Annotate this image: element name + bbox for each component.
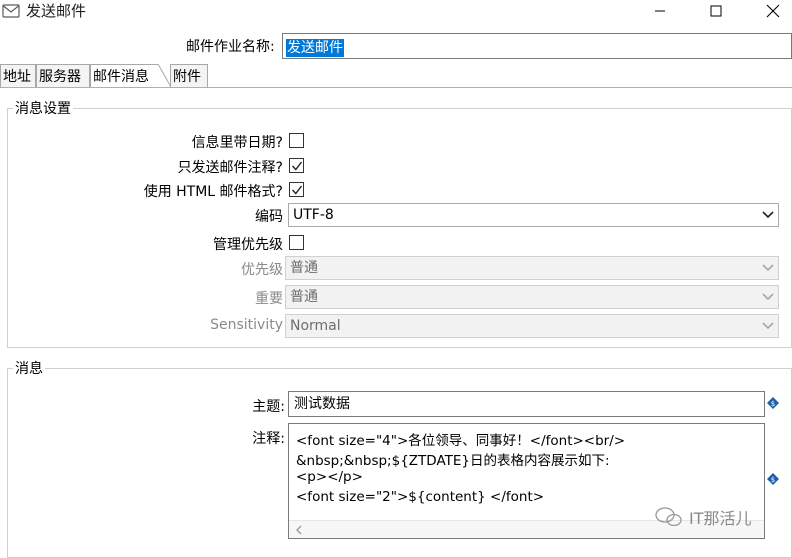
tab-mail-message[interactable]: 邮件消息 (90, 64, 158, 88)
comment-line: <font size="4">各位领导、同事好！</font><br/> (296, 433, 626, 449)
chevron-down-icon (762, 322, 774, 330)
tab-label: 邮件消息 (93, 69, 149, 85)
message-settings-group (7, 108, 792, 348)
watermark-text: IT那活儿 (689, 509, 752, 528)
priority-select[interactable]: 普通 (285, 256, 779, 280)
sensitivity-label: Sensitivity (210, 317, 283, 333)
priority-value: 普通 (290, 260, 318, 276)
comment-line: <p></p> (296, 469, 363, 485)
tab-server[interactable]: 服务器 (36, 64, 90, 88)
maximize-button[interactable] (693, 0, 739, 22)
watermark: IT那活儿 (655, 505, 752, 529)
tab-label: 服务器 (39, 69, 81, 85)
subject-input[interactable]: 测试数据 (288, 391, 765, 417)
comment-line: &nbsp;&nbsp;${ZTDATE}日的表格内容展示如下: (296, 453, 610, 469)
tab-attachment[interactable]: 附件 (170, 64, 208, 88)
chevron-down-icon (762, 211, 774, 219)
tab-address[interactable]: 地址 (0, 64, 36, 88)
message-title: 消息 (13, 358, 45, 378)
job-name-label: 邮件作业名称: (186, 39, 275, 55)
chevron-down-icon (762, 293, 774, 301)
use-html-label: 使用 HTML 邮件格式? (143, 184, 283, 200)
checkmark-icon (291, 185, 303, 195)
date-in-message-label: 信息里带日期? (191, 135, 283, 151)
encoding-label: 编码 (255, 209, 283, 225)
use-html-checkbox[interactable] (289, 182, 304, 197)
comment-line: <font size="2">${content} </font> (296, 489, 545, 505)
manage-priority-checkbox[interactable] (289, 235, 304, 250)
minimize-button[interactable] (637, 0, 683, 22)
manage-priority-label: 管理优先级 (213, 237, 283, 253)
only-comment-checkbox[interactable] (289, 158, 304, 173)
encoding-select[interactable]: UTF-8 (288, 203, 779, 227)
only-comment-label: 只发送邮件注释? (177, 160, 283, 176)
tab-divider (0, 87, 792, 88)
comment-label: 注释: (252, 431, 285, 447)
message-settings-title: 消息设置 (13, 98, 73, 118)
tab-label: 地址 (3, 69, 31, 85)
window-title: 发送邮件 (26, 2, 87, 20)
job-name-input[interactable]: 发送邮件 (282, 33, 792, 59)
date-in-message-checkbox[interactable] (289, 133, 304, 148)
title-bar: 发送邮件 (0, 0, 792, 26)
variable-icon[interactable]: $ (767, 397, 779, 409)
importance-select[interactable]: 普通 (285, 285, 779, 309)
tab-label: 附件 (173, 69, 201, 85)
variable-icon[interactable]: $ (767, 473, 779, 485)
checkmark-icon (291, 161, 303, 171)
maximize-icon (710, 5, 722, 17)
minimize-icon (655, 10, 665, 12)
tab-bar: 地址 服务器 邮件消息 附件 (0, 64, 792, 88)
job-name-value: 发送邮件 (286, 39, 344, 57)
scroll-left-icon[interactable] (295, 525, 303, 535)
subject-label: 主题: (252, 399, 285, 415)
sensitivity-select[interactable]: Normal (285, 314, 779, 338)
subject-value: 测试数据 (294, 396, 350, 412)
close-icon (766, 4, 780, 18)
close-button[interactable] (750, 0, 792, 22)
sensitivity-value: Normal (290, 318, 341, 334)
importance-label: 重要 (255, 291, 283, 307)
wechat-icon (655, 507, 682, 527)
mail-app-icon (2, 4, 20, 18)
encoding-value: UTF-8 (293, 207, 334, 223)
svg-text:$: $ (771, 400, 775, 408)
importance-value: 普通 (290, 289, 318, 305)
svg-text:$: $ (771, 476, 775, 484)
chevron-down-icon (762, 264, 774, 272)
priority-label: 优先级 (241, 262, 283, 278)
